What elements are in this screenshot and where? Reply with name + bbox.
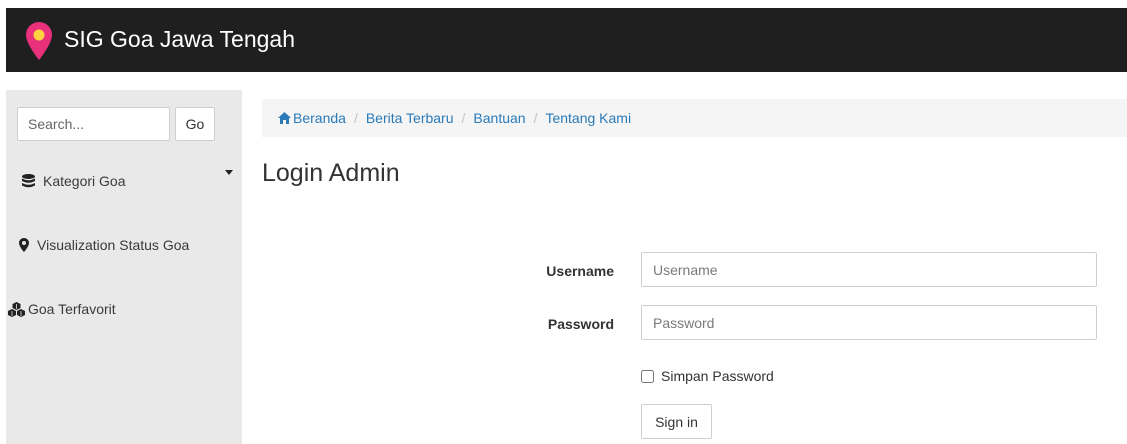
page-title: Login Admin (262, 159, 400, 187)
database-icon (20, 173, 36, 189)
search-input[interactable] (17, 107, 170, 141)
chevron-down-icon[interactable] (225, 170, 233, 175)
breadcrumb-separator: / (461, 110, 466, 126)
breadcrumb-item-berita-terbaru[interactable]: Berita Terbaru (366, 110, 454, 126)
sidebar-item-kategori-goa[interactable]: Kategori Goa (6, 166, 242, 196)
sidebar-item-label: Kategori Goa (43, 173, 126, 189)
cubes-icon (8, 301, 25, 317)
sidebar-item-goa-terfavorit[interactable]: Goa Terfavorit (6, 294, 242, 324)
password-label: Password (547, 316, 614, 332)
password-field[interactable] (641, 305, 1097, 340)
username-field[interactable] (641, 252, 1097, 287)
sidebar: Go Kategori Goa Visualization Status Goa (6, 90, 242, 444)
map-marker-icon (18, 237, 30, 253)
sidebar-item-label: Goa Terfavorit (28, 301, 116, 317)
go-button[interactable]: Go (175, 107, 215, 141)
top-strip (0, 0, 1127, 8)
home-icon (278, 112, 291, 124)
breadcrumb-separator: / (353, 110, 358, 126)
remember-password-label: Simpan Password (661, 368, 774, 384)
breadcrumb-label: Beranda (293, 110, 346, 126)
navbar: SIG Goa Jawa Tengah (6, 8, 1127, 72)
brand-title[interactable]: SIG Goa Jawa Tengah (64, 26, 295, 53)
remember-password-checkbox[interactable] (641, 369, 654, 383)
map-pin-logo-icon (26, 22, 52, 60)
breadcrumb-item-beranda[interactable]: Beranda (278, 110, 346, 126)
sign-in-button[interactable]: Sign in (641, 404, 712, 439)
username-label: Username (546, 263, 614, 279)
sidebar-item-label: Visualization Status Goa (37, 237, 190, 253)
breadcrumb-separator: / (533, 110, 538, 126)
breadcrumb-item-tentang-kami[interactable]: Tentang Kami (545, 110, 631, 126)
breadcrumb: Beranda / Berita Terbaru / Bantuan / Ten… (262, 99, 1127, 137)
remember-password[interactable]: Simpan Password (641, 368, 774, 384)
breadcrumb-item-bantuan[interactable]: Bantuan (473, 110, 525, 126)
sidebar-item-visualization[interactable]: Visualization Status Goa (6, 230, 242, 260)
